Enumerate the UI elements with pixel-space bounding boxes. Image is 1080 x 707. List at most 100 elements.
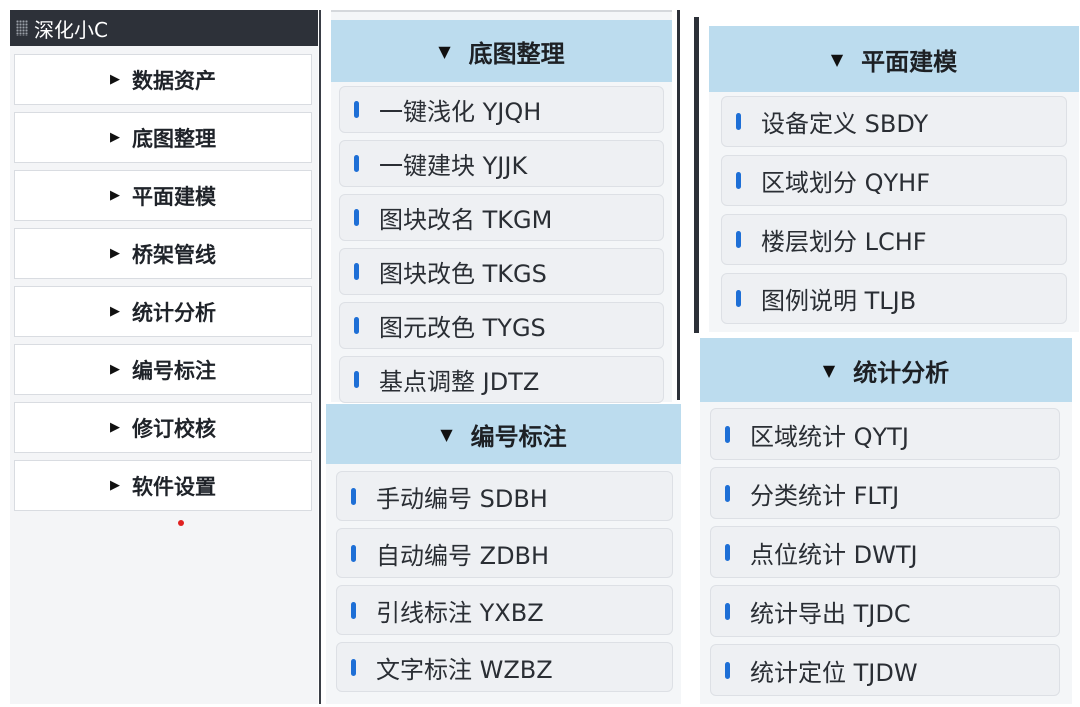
menu-button-label: 平面建模 <box>132 184 216 209</box>
cmd-label: 引线标注 YXBZ <box>376 598 544 627</box>
marker-icon <box>354 371 359 388</box>
cmd-button-tkgm[interactable]: 图块改名 TKGM <box>339 194 664 241</box>
marker-icon <box>725 661 730 679</box>
menu-button-label: 软件设置 <box>132 474 216 499</box>
cmd-label: 统计定位 TJDW <box>750 658 918 687</box>
cmd-button-yjjk[interactable]: 一键建块 YJJK <box>339 140 664 187</box>
panel-title: 底图整理 <box>468 39 565 68</box>
panel-items: 区域统计 QYTJ 分类统计 FLTJ 点位统计 DWTJ 统计导出 TJDC … <box>700 402 1072 696</box>
collapse-arrow-icon: ▼ <box>822 360 836 380</box>
collapse-arrow-icon: ▼ <box>440 424 453 444</box>
cmd-button-tkgs[interactable]: 图块改色 TKGS <box>339 248 664 295</box>
panel-header-base-map[interactable]: ▼ 底图整理 <box>331 20 672 82</box>
cmd-button-dwtj[interactable]: 点位统计 DWTJ <box>710 526 1060 578</box>
panel-divider <box>677 10 680 400</box>
marker-icon <box>736 172 741 189</box>
cmd-button-tljb[interactable]: 图例说明 TLJB <box>721 273 1067 324</box>
marker-icon <box>351 658 356 676</box>
marker-icon <box>351 601 356 619</box>
expand-arrow-icon: ▶ <box>110 72 120 87</box>
marker-icon <box>354 101 359 118</box>
panel-statistics: ▼ 统计分析 区域统计 QYTJ 分类统计 FLTJ 点位统计 DWTJ 统计导… <box>700 338 1072 704</box>
marker-icon <box>351 487 356 505</box>
cmd-label: 基点调整 JDTZ <box>379 368 540 396</box>
cmd-label: 一键浅化 YJQH <box>379 98 542 126</box>
cmd-button-zdbh[interactable]: 自动编号 ZDBH <box>336 528 673 578</box>
collapse-arrow-icon: ▼ <box>438 41 451 61</box>
cmd-label: 分类统计 FLTJ <box>750 481 900 510</box>
menu-button-plan-modeling[interactable]: ▶ 平面建模 <box>14 170 312 221</box>
cmd-label: 文字标注 WZBZ <box>376 655 553 684</box>
cmd-button-wzbz[interactable]: 文字标注 WZBZ <box>336 642 673 692</box>
menu-button-statistics[interactable]: ▶ 统计分析 <box>14 286 312 337</box>
palette-titlebar[interactable]: 深化小C <box>10 10 318 46</box>
menu-button-label: 数据资产 <box>132 68 216 93</box>
menu-button-numbering[interactable]: ▶ 编号标注 <box>14 344 312 395</box>
panel-title: 编号标注 <box>470 422 567 451</box>
panel-items: 设备定义 SBDY 区域划分 QYHF 楼层划分 LCHF 图例说明 TLJB <box>709 92 1079 324</box>
cmd-button-sbdy[interactable]: 设备定义 SBDY <box>721 96 1067 147</box>
cmd-button-qyhf[interactable]: 区域划分 QYHF <box>721 155 1067 206</box>
cmd-label: 设备定义 SBDY <box>761 110 929 138</box>
expand-arrow-icon: ▶ <box>110 420 120 435</box>
menu-button-label: 桥架管线 <box>132 242 216 267</box>
cmd-label: 点位统计 DWTJ <box>750 540 918 569</box>
cmd-label: 图例说明 TLJB <box>761 287 917 315</box>
panel-items: 一键浅化 YJQH 一键建块 YJJK 图块改名 TKGM 图块改色 TKGS … <box>331 82 672 403</box>
marker-icon <box>351 544 356 562</box>
cmd-button-yxbz[interactable]: 引线标注 YXBZ <box>336 585 673 635</box>
expand-arrow-icon: ▶ <box>110 478 120 493</box>
cmd-label: 图块改色 TKGS <box>379 260 547 288</box>
cmd-label: 图元改色 TYGS <box>379 314 546 342</box>
cmd-label: 区域统计 QYTJ <box>750 422 909 451</box>
menu-button-revision[interactable]: ▶ 修订校核 <box>14 402 312 453</box>
main-menu: ▶ 数据资产 ▶ 底图整理 ▶ 平面建模 ▶ 桥架管线 ▶ 统计分析 ▶ 编号标注 ▶ 修订校… <box>14 54 312 518</box>
panel-base-map: ▼ 底图整理 一键浅化 YJQH 一键建块 YJJK 图块改名 TKGM 图块改… <box>331 10 672 403</box>
menu-button-label: 修订校核 <box>132 416 216 441</box>
panel-plan-modeling: ▼ 平面建模 设备定义 SBDY 区域划分 QYHF 楼层划分 LCHF 图例说… <box>709 26 1079 332</box>
marker-icon <box>354 209 359 226</box>
panel-header-statistics[interactable]: ▼ 统计分析 <box>700 338 1072 402</box>
marker-icon <box>736 290 741 307</box>
cmd-button-lchf[interactable]: 楼层划分 LCHF <box>721 214 1067 265</box>
menu-button-label: 编号标注 <box>132 358 216 383</box>
panel-title: 平面建模 <box>861 47 958 76</box>
cmd-button-qytj[interactable]: 区域统计 QYTJ <box>710 408 1060 460</box>
panel-title: 统计分析 <box>853 358 950 387</box>
panel-divider <box>694 17 699 333</box>
expand-arrow-icon: ▶ <box>110 188 120 203</box>
cmd-label: 手动编号 SDBH <box>376 484 548 513</box>
drag-grip-icon[interactable] <box>16 20 28 36</box>
cmd-button-tygs[interactable]: 图元改色 TYGS <box>339 302 664 349</box>
cmd-button-sdbh[interactable]: 手动编号 SDBH <box>336 471 673 521</box>
marker-icon <box>736 231 741 248</box>
expand-arrow-icon: ▶ <box>110 304 120 319</box>
panel-header-plan-modeling[interactable]: ▼ 平面建模 <box>709 26 1079 92</box>
menu-button-base-map[interactable]: ▶ 底图整理 <box>14 112 312 163</box>
marker-icon <box>354 155 359 172</box>
cmd-button-fltj[interactable]: 分类统计 FLTJ <box>710 467 1060 519</box>
cmd-label: 统计导出 TJDC <box>750 599 911 628</box>
main-palette: 深化小C ▶ 数据资产 ▶ 底图整理 ▶ 平面建模 ▶ 桥架管线 ▶ 统计分析 ▶ 编号标注… <box>10 10 318 704</box>
menu-button-label: 统计分析 <box>132 300 216 325</box>
cmd-button-yjqh[interactable]: 一键浅化 YJQH <box>339 86 664 133</box>
marker-icon <box>725 602 730 620</box>
cmd-label: 图块改名 TKGM <box>379 206 553 234</box>
cursor-dot <box>178 520 184 526</box>
marker-icon <box>725 484 730 502</box>
marker-icon <box>736 113 741 130</box>
panel-items: 手动编号 SDBH 自动编号 ZDBH 引线标注 YXBZ 文字标注 WZBZ <box>326 464 681 692</box>
marker-icon <box>354 263 359 280</box>
menu-button-cable-tray[interactable]: ▶ 桥架管线 <box>14 228 312 279</box>
menu-button-data-assets[interactable]: ▶ 数据资产 <box>14 54 312 105</box>
cmd-label: 区域划分 QYHF <box>761 169 931 197</box>
cmd-button-tjdc[interactable]: 统计导出 TJDC <box>710 585 1060 637</box>
expand-arrow-icon: ▶ <box>110 362 120 377</box>
cmd-button-jdtz[interactable]: 基点调整 JDTZ <box>339 356 664 403</box>
panel-numbering: ▼ 编号标注 手动编号 SDBH 自动编号 ZDBH 引线标注 YXBZ 文字标… <box>326 404 681 704</box>
cmd-button-tjdw[interactable]: 统计定位 TJDW <box>710 644 1060 696</box>
marker-icon <box>725 425 730 443</box>
panel-divider <box>319 10 321 704</box>
menu-button-settings[interactable]: ▶ 软件设置 <box>14 460 312 511</box>
panel-header-numbering[interactable]: ▼ 编号标注 <box>326 404 681 464</box>
